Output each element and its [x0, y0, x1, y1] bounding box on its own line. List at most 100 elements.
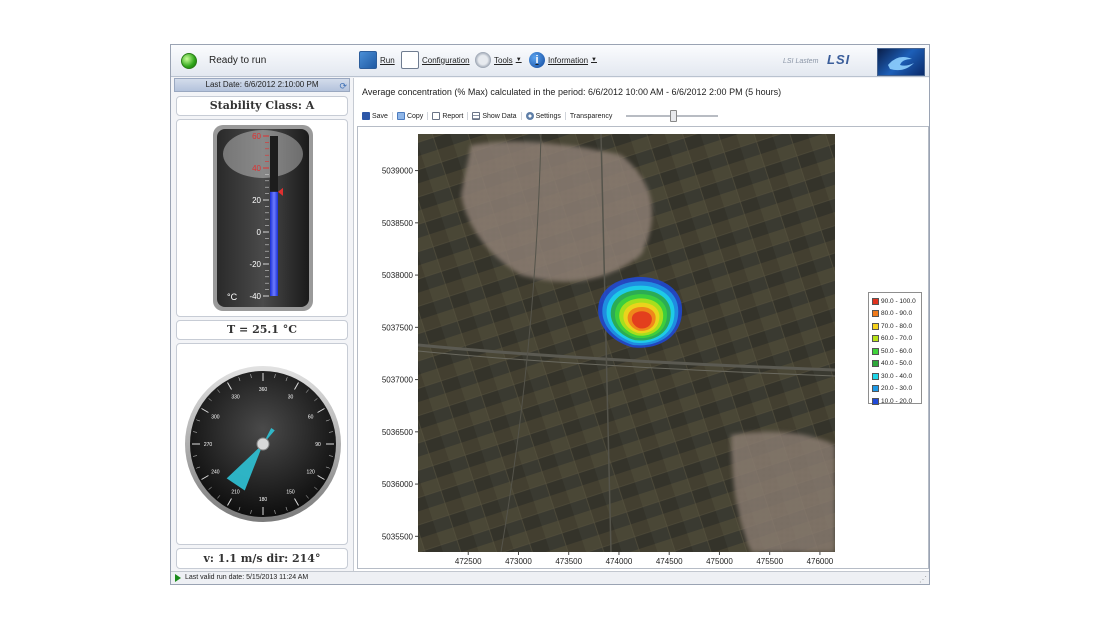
- legend-item: 90.0 - 100.0: [872, 295, 918, 308]
- information-menu-button[interactable]: i Information ▼: [529, 49, 597, 71]
- compass-card: 360 30 60 90 120 150 180 210 240 270 300 330: [176, 343, 348, 545]
- last-date-bar: Last Date: 6/6/2012 2:10:00 PM ⟳: [174, 78, 350, 92]
- legend-label: 80.0 - 90.0: [881, 310, 913, 318]
- table-icon: [472, 112, 481, 120]
- legend-label: 50.0 - 60.0: [881, 347, 913, 355]
- tools-label: Tools: [494, 55, 513, 65]
- chevron-down-icon: ▼: [515, 57, 522, 63]
- report-label: Report: [442, 112, 464, 120]
- run-button[interactable]: Run: [359, 49, 395, 71]
- thermometer-glare: [223, 130, 303, 178]
- legend-swatch: [872, 385, 879, 393]
- report-button[interactable]: Report: [428, 112, 469, 120]
- legend-item: 10.0 - 20.0: [872, 395, 918, 408]
- map-plot-frame: [357, 126, 929, 569]
- legend-label: 20.0 - 30.0: [881, 385, 913, 393]
- legend-item: 80.0 - 90.0: [872, 308, 918, 321]
- wind-text: v: 1.1 m/s dir: 214°: [203, 552, 321, 565]
- settings-label: Settings: [535, 112, 561, 120]
- app-window: Ready to run Run Configuration Tools ▼ i…: [170, 44, 930, 585]
- compass-label: 90: [315, 442, 321, 448]
- configuration-label: Configuration: [422, 55, 470, 65]
- compass-label: 150: [286, 490, 295, 496]
- thermometer-unit: °C: [227, 292, 238, 302]
- concentration-legend: 90.0 - 100.0 80.0 - 90.0 70.0 - 80.0 60.0 -…: [868, 292, 922, 405]
- legend-swatch: [872, 310, 879, 318]
- legend-label: 10.0 - 20.0: [881, 397, 913, 405]
- copy-label: Copy: [406, 112, 424, 120]
- transparency-slider-thumb[interactable]: [670, 110, 677, 122]
- status-bar: Last valid run date: 5/15/2013 11:24 AM …: [171, 571, 929, 584]
- legend-label: 90.0 - 100.0: [881, 297, 916, 305]
- main-panel: Average concentration (% Max) calculated…: [353, 78, 929, 571]
- compass-label: 180: [259, 497, 268, 503]
- save-label: Save: [372, 112, 388, 120]
- legend-swatch: [872, 397, 879, 405]
- legend-swatch: [872, 322, 879, 330]
- status-light-icon: [181, 53, 197, 69]
- legend-swatch: [872, 372, 879, 380]
- stability-class-card: Stability Class: A: [176, 96, 348, 116]
- info-icon: i: [529, 52, 545, 68]
- lastem-logo-text: LSI Lastem: [783, 58, 819, 65]
- thermometer-level: [270, 191, 278, 296]
- wind-card: v: 1.1 m/s dir: 214°: [176, 548, 348, 569]
- transparency-label-item: Transparency: [566, 113, 617, 120]
- legend-swatch: [872, 335, 879, 343]
- information-label: Information: [548, 55, 589, 65]
- show-data-button[interactable]: Show Data: [468, 112, 522, 120]
- copy-icon: [396, 112, 405, 120]
- legend-swatch: [872, 360, 879, 368]
- configuration-button[interactable]: Configuration: [401, 49, 470, 71]
- legend-label: 60.0 - 70.0: [881, 335, 913, 343]
- chevron-down-icon: ▼: [591, 57, 597, 63]
- thermometer-tick-label: -40: [249, 292, 261, 301]
- resize-grip-icon[interactable]: ⋰: [919, 575, 927, 584]
- logo-swirl-icon: [888, 57, 914, 71]
- legend-item: 20.0 - 30.0: [872, 383, 918, 396]
- compass-label: 210: [231, 490, 240, 496]
- compass-label: 270: [204, 442, 213, 448]
- compass-label: 30: [288, 394, 294, 400]
- transparency-label: Transparency: [569, 112, 613, 120]
- transparency-slider[interactable]: [626, 110, 718, 122]
- legend-label: 70.0 - 80.0: [881, 322, 913, 330]
- legend-label: 30.0 - 40.0: [881, 372, 913, 380]
- thermometer-gauge: 60 40 20 0 -20 -40 °C: [213, 125, 313, 311]
- thermometer-tick-label: 40: [252, 164, 261, 173]
- thermometer-tick-label: 20: [252, 196, 261, 205]
- show-data-label: Show Data: [482, 112, 517, 120]
- thermometer-tick-label: 0: [257, 228, 262, 237]
- legend-item: 50.0 - 60.0: [872, 345, 918, 358]
- settings-button[interactable]: Settings: [522, 112, 566, 120]
- run-label: Run: [380, 55, 395, 65]
- legend-swatch: [872, 297, 879, 305]
- configuration-icon: [401, 51, 419, 69]
- save-button[interactable]: Save: [358, 112, 393, 120]
- status-bar-text: Last valid run date: 5/15/2013 11:24 AM: [185, 574, 309, 581]
- stability-class-text: Stability Class: A: [209, 99, 315, 112]
- temperature-card: T = 25.1 °C: [176, 320, 348, 340]
- compass-label: 240: [211, 470, 220, 476]
- save-icon: [362, 112, 370, 120]
- thermometer-tick-label: 60: [252, 132, 261, 141]
- refresh-icon[interactable]: ⟳: [339, 80, 347, 92]
- lsi-logo: LSI: [827, 52, 851, 67]
- play-icon: [175, 574, 181, 582]
- copy-button[interactable]: Copy: [393, 112, 429, 120]
- toolbar: Ready to run Run Configuration Tools ▼ i…: [171, 45, 929, 77]
- legend-item: 60.0 - 70.0: [872, 333, 918, 346]
- report-icon: [432, 112, 441, 120]
- thermometer-tick-label: -20: [249, 260, 261, 269]
- tools-menu-button[interactable]: Tools ▼: [475, 49, 522, 71]
- temperature-text: T = 25.1 °C: [227, 323, 297, 336]
- gear-icon: [525, 112, 534, 120]
- compass-hub: [256, 437, 270, 451]
- period-text: Average concentration (% Max) calculated…: [362, 87, 782, 97]
- app-logo-icon: [877, 48, 925, 76]
- wind-compass: 360 30 60 90 120 150 180 210 240 270 300 330: [185, 366, 341, 522]
- compass-label: 360: [259, 387, 268, 393]
- map-toolbar: Save Copy Report Show Data Settings Tran…: [358, 108, 616, 124]
- left-panel: Last Date: 6/6/2012 2:10:00 PM ⟳ Stabili…: [174, 78, 350, 571]
- legend-swatch: [872, 347, 879, 355]
